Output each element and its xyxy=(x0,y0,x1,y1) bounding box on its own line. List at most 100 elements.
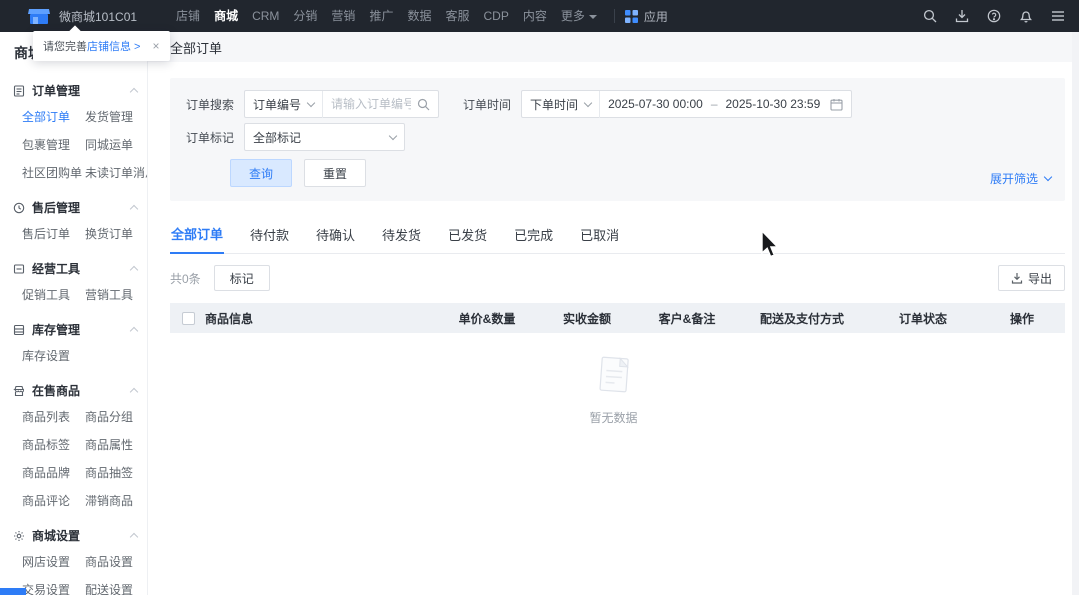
apps-button[interactable]: 应用 xyxy=(625,8,668,25)
nav-more-label: 更多 xyxy=(561,9,585,23)
top-navigation: 店铺 商城 CRM 分销 营销 推广 数据 客服 CDP 内容 更多 应用 xyxy=(169,0,668,32)
store-name[interactable]: 微商城101C01 xyxy=(59,8,137,25)
sidebar-item-store-settings[interactable]: 网店设置 xyxy=(22,553,85,570)
tab-shipped[interactable]: 已发货 xyxy=(447,216,488,253)
export-button[interactable]: 导出 xyxy=(998,265,1065,291)
bell-icon[interactable] xyxy=(1018,9,1033,24)
section-header-business-tools[interactable]: 经营工具 xyxy=(0,254,147,283)
close-icon[interactable]: × xyxy=(152,39,159,53)
tab-all-orders[interactable]: 全部订单 xyxy=(170,215,224,254)
reset-button[interactable]: 重置 xyxy=(304,159,366,187)
topbar-icons xyxy=(922,0,1065,32)
order-number-input[interactable] xyxy=(323,97,415,111)
sidebar-item-product-reviews[interactable]: 商品评论 xyxy=(22,492,85,509)
apps-label: 应用 xyxy=(644,8,668,25)
search-type-select[interactable]: 订单编号 xyxy=(245,91,322,117)
empty-document-icon xyxy=(593,353,635,399)
tag-value: 全部标记 xyxy=(253,129,301,146)
nav-item-content[interactable]: 内容 xyxy=(516,0,554,32)
section-products-on-sale: 在售商品 商品列表 商品分组 商品标签 商品属性 商品品牌 商品抽签 商品评论 … xyxy=(0,376,147,517)
sidebar-item-marketing-tools[interactable]: 营销工具 xyxy=(85,286,147,303)
order-tag-select[interactable]: 全部标记 xyxy=(244,123,405,151)
sidebar-item-shipping-management[interactable]: 发货管理 xyxy=(85,108,148,125)
filter-row-2: 订单标记 全部标记 xyxy=(186,123,1049,151)
chevron-up-icon xyxy=(130,205,138,213)
sidebar-item-product-settings[interactable]: 商品设置 xyxy=(85,553,147,570)
tab-pending-shipment[interactable]: 待发货 xyxy=(381,216,422,253)
tab-pending-confirmation[interactable]: 待确认 xyxy=(315,216,356,253)
search-icon[interactable] xyxy=(922,9,937,24)
breadcrumb: 全部订单 xyxy=(148,32,1079,62)
sidebar-item-product-list[interactable]: 商品列表 xyxy=(22,408,85,425)
column-customer-remark: 客户&备注 xyxy=(637,310,737,327)
nav-item-marketing[interactable]: 营销 xyxy=(324,0,362,32)
nav-item-crm[interactable]: CRM xyxy=(245,0,286,32)
sidebar-item-slow-moving-products[interactable]: 滞销商品 xyxy=(85,492,147,509)
menu-icon[interactable] xyxy=(1050,9,1065,24)
storefront-icon xyxy=(12,384,25,397)
sidebar-item-product-brands[interactable]: 商品品牌 xyxy=(22,464,85,481)
nav-item-cdp[interactable]: CDP xyxy=(476,0,515,32)
column-price-qty: 单价&数量 xyxy=(437,310,537,327)
expand-filters-link[interactable]: 展开筛选 xyxy=(990,170,1051,187)
sidebar-item-aftersale-orders[interactable]: 售后订单 xyxy=(22,225,85,242)
search-icon[interactable] xyxy=(415,98,438,111)
mark-button[interactable]: 标记 xyxy=(214,265,270,291)
date-end-value[interactable]: 2025-10-30 23:59 xyxy=(718,97,829,111)
sidebar-item-delivery-settings[interactable]: 配送设置 xyxy=(85,581,147,595)
tab-pending-payment[interactable]: 待付款 xyxy=(249,216,290,253)
section-header-mall-settings[interactable]: 商城设置 xyxy=(0,521,147,550)
nav-item-service[interactable]: 客服 xyxy=(438,0,476,32)
sidebar-item-product-tags[interactable]: 商品标签 xyxy=(22,436,85,453)
scrollbar-track[interactable] xyxy=(1072,32,1079,595)
chevron-down-icon xyxy=(389,131,397,139)
sidebar-item-inventory-settings[interactable]: 库存设置 xyxy=(22,347,85,364)
nav-item-distribution[interactable]: 分销 xyxy=(286,0,324,32)
nav-item-more[interactable]: 更多 xyxy=(554,0,604,32)
inventory-icon xyxy=(12,323,25,336)
sidebar-item-exchange-orders[interactable]: 换货订单 xyxy=(85,225,147,242)
aftersale-icon xyxy=(12,201,25,214)
main-content: 全部订单 订单搜索 订单编号 订单时间 下单时间 xyxy=(148,32,1079,595)
sidebar-item-package-management[interactable]: 包裹管理 xyxy=(22,136,85,153)
time-type-select[interactable]: 下单时间 xyxy=(522,91,599,117)
order-status-tabs: 全部订单 待付款 待确认 待发货 已发货 已完成 已取消 xyxy=(170,215,1065,254)
column-goods-info: 商品信息 xyxy=(205,310,437,327)
section-aftersale-management: 售后管理 售后订单 换货订单 xyxy=(0,193,147,250)
download-icon[interactable] xyxy=(954,9,969,24)
sidebar-item-product-groups[interactable]: 商品分组 xyxy=(85,408,147,425)
sidebar-item-trade-settings[interactable]: 交易设置 xyxy=(22,581,85,595)
tab-completed[interactable]: 已完成 xyxy=(513,216,554,253)
expand-filters-label: 展开筛选 xyxy=(990,170,1038,187)
section-items: 商品列表 商品分组 商品标签 商品属性 商品品牌 商品抽签 商品评论 滞销商品 xyxy=(0,405,147,517)
order-time-label: 订单时间 xyxy=(463,96,511,113)
column-actions: 操作 xyxy=(979,310,1065,327)
sidebar-item-community-groupbuy-orders[interactable]: 社区团购单 xyxy=(22,164,85,181)
query-button[interactable]: 查询 xyxy=(230,159,292,187)
help-icon[interactable] xyxy=(986,9,1001,24)
section-inventory-management: 库存管理 库存设置 xyxy=(0,315,147,372)
section-header-order-management[interactable]: 订单管理 xyxy=(0,76,147,105)
nav-item-promotion[interactable]: 推广 xyxy=(362,0,400,32)
sidebar-item-unread-order-messages[interactable]: 未读订单消息 xyxy=(85,164,148,181)
calendar-icon[interactable] xyxy=(828,98,851,111)
sidebar-item-all-orders[interactable]: 全部订单 xyxy=(22,108,85,125)
sidebar-item-local-delivery-waybill[interactable]: 同城运单 xyxy=(85,136,148,153)
tab-cancelled[interactable]: 已取消 xyxy=(579,216,620,253)
store-info-link[interactable]: 店铺信息 > xyxy=(87,38,140,54)
sidebar-item-product-lottery[interactable]: 商品抽签 xyxy=(85,464,147,481)
sidebar-item-promo-tools[interactable]: 促销工具 xyxy=(22,286,85,303)
section-header-products[interactable]: 在售商品 xyxy=(0,376,147,405)
nav-item-data[interactable]: 数据 xyxy=(400,0,438,32)
page-title: 全部订单 xyxy=(170,38,222,57)
topbar: 微商城101C01 店铺 商城 CRM 分销 营销 推广 数据 客服 CDP 内… xyxy=(0,0,1079,32)
nav-item-mall[interactable]: 商城 xyxy=(207,0,245,32)
nav-item-shop[interactable]: 店铺 xyxy=(169,0,207,32)
sidebar: 商城 订单管理 全部订单 发货管理 包裹管理 同城运单 社区团购单 未读订单消息… xyxy=(0,32,148,595)
shop-logo-icon[interactable] xyxy=(28,8,50,25)
sidebar-item-product-attributes[interactable]: 商品属性 xyxy=(85,436,147,453)
date-start-value[interactable]: 2025-07-30 00:00 xyxy=(600,97,711,111)
section-header-inventory[interactable]: 库存管理 xyxy=(0,315,147,344)
select-all-checkbox[interactable] xyxy=(182,312,195,325)
section-header-aftersale[interactable]: 售后管理 xyxy=(0,193,147,222)
